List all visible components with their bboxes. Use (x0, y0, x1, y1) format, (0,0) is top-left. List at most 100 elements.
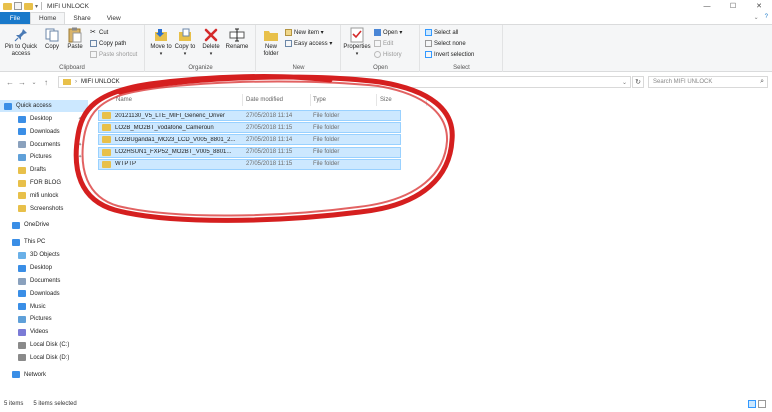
new-item-button[interactable]: New item ▾ (285, 29, 324, 36)
file-list: Name Date modified Type Size 20121130_V5… (96, 92, 772, 392)
move-to-button[interactable]: Move to ▾ (150, 27, 172, 58)
properties-qat-icon[interactable] (14, 2, 22, 10)
sidebar-item-label: mifi unlock (30, 192, 59, 199)
invert-selection-button[interactable]: Invert selection (425, 51, 474, 58)
new-item-icon (285, 29, 292, 36)
help-icon[interactable]: ? (765, 14, 768, 21)
sidebar-item-onedrive[interactable]: OneDrive (0, 219, 49, 231)
edit-button[interactable]: Edit (374, 40, 393, 47)
easy-access-button[interactable]: Easy access ▾ (285, 40, 332, 47)
table-row[interactable]: 20121130_V5_LTE_MIFI_Generic_Driver 27/05… (98, 110, 401, 121)
new-folder-qat-icon[interactable] (24, 2, 33, 10)
copy-to-label: Copy to (174, 44, 196, 50)
delete-button[interactable]: Delete ▾ (200, 27, 222, 58)
column-header-name[interactable]: Name (116, 94, 132, 106)
sidebar-item-3d-objects[interactable]: 3D Objects (0, 249, 60, 261)
minimize-button[interactable]: — (694, 0, 720, 12)
sidebar-item-network[interactable]: Network (0, 369, 46, 381)
paste-shortcut-button[interactable]: Paste shortcut (90, 51, 137, 58)
sidebar-item-documents[interactable]: Documents ✦ (0, 139, 82, 151)
sidebar-item-desktop[interactable]: Desktop ✦ (0, 113, 82, 125)
sidebar-item-pictures[interactable]: Pictures ✦ (0, 151, 82, 163)
back-arrow-icon[interactable]: ← (4, 78, 16, 87)
column-header-size[interactable]: Size (380, 94, 392, 106)
history-button[interactable]: History (374, 51, 402, 58)
close-button[interactable]: ✕ (746, 0, 772, 12)
paste-button[interactable]: Paste (64, 27, 86, 51)
copy-to-button[interactable]: Copy to ▾ (174, 27, 196, 58)
address-dropdown-icon[interactable]: ⌄ (622, 79, 627, 86)
properties-label: Properties (343, 44, 371, 50)
tab-share[interactable]: Share (65, 12, 98, 24)
copy-path-icon (90, 40, 97, 47)
select-all-button[interactable]: Select all (425, 29, 458, 36)
address-bar[interactable]: › MIFI UNLOCK ⌄ (58, 76, 631, 88)
properties-button[interactable]: Properties ▾ (342, 27, 372, 58)
organize-group: Move to ▾ Copy to ▾ Delete ▾ Rename Orga… (146, 25, 256, 72)
cut-button[interactable]: ✂ Cut (90, 29, 108, 36)
qat-dropdown-icon[interactable]: ▾ (35, 3, 38, 10)
tab-home[interactable]: Home (30, 12, 66, 24)
sidebar-item-downloads[interactable]: Downloads ✦ (0, 126, 82, 138)
sidebar-item-for-blog[interactable]: FOR BLOG (0, 177, 61, 189)
sidebar-item-local-disk-c[interactable]: Local Disk (C:) (0, 339, 69, 351)
properties-dropdown-icon: ▾ (355, 51, 359, 57)
file-date: 27/05/2018 11:15 (246, 149, 293, 156)
recent-locations-icon[interactable]: ⌄ (28, 79, 40, 86)
window-title: MIFI UNLOCK (47, 2, 89, 10)
sidebar-item-music[interactable]: Music (0, 301, 46, 313)
pin-to-quick-access-button[interactable]: Pin to Quick access (2, 27, 40, 58)
rename-button[interactable]: Rename (224, 27, 250, 51)
column-header-date[interactable]: Date modified (246, 94, 283, 106)
refresh-icon[interactable]: ↻ (632, 76, 644, 88)
copy-to-dropdown-icon: ▾ (183, 51, 187, 57)
table-row[interactable]: WTPTP 27/05/2018 11:15 File folder (98, 158, 401, 170)
column-separator[interactable] (426, 94, 427, 106)
large-icons-view-icon[interactable] (758, 400, 766, 408)
copy-button[interactable]: Copy (42, 27, 62, 51)
sidebar-item-pictures[interactable]: Pictures (0, 313, 52, 325)
table-row[interactable]: LO2HSUN1_FXP52_MO2BT_V005_8801... 27/05/2… (98, 146, 401, 158)
sidebar-item-local-disk-d[interactable]: Local Disk (D:) (0, 352, 69, 364)
address-path[interactable]: MIFI UNLOCK (81, 79, 120, 85)
column-separator[interactable] (242, 94, 243, 106)
sidebar-item-mifi-unlock[interactable]: mifi unlock (0, 190, 58, 202)
copy-path-button[interactable]: Copy path (90, 40, 126, 47)
title-bar: ▾ MIFI UNLOCK — ☐ ✕ (0, 0, 772, 12)
sidebar-item-downloads[interactable]: Downloads (0, 288, 60, 300)
breadcrumb-chevron-icon[interactable]: › (75, 79, 77, 85)
drafts-icon (18, 166, 26, 174)
sidebar-item-label: Local Disk (C:) (30, 342, 70, 348)
sidebar-item-desktop[interactable]: Desktop (0, 262, 52, 274)
column-header-type[interactable]: Type (313, 94, 326, 106)
maximize-button[interactable]: ☐ (720, 0, 746, 12)
videos-icon (18, 328, 26, 336)
search-input[interactable]: Search MIFI UNLOCK ⌕ (648, 76, 768, 88)
sidebar-item-this-pc[interactable]: This PC (0, 236, 45, 248)
sidebar-item-drafts[interactable]: Drafts (0, 164, 46, 176)
sidebar-item-quick-access[interactable]: Quick access (0, 100, 88, 112)
open-button[interactable]: Open ▾ (374, 29, 402, 36)
forward-arrow-icon[interactable]: → (16, 78, 28, 87)
history-label: History (383, 51, 402, 58)
column-separator[interactable] (376, 94, 377, 106)
move-to-label: Move to (150, 44, 172, 50)
sidebar-item-screenshots[interactable]: Screenshots (0, 203, 63, 215)
new-folder-button[interactable]: New folder (259, 27, 283, 58)
column-separator[interactable] (310, 94, 311, 106)
table-row[interactable]: LO2BUganda1_MO23_LCD_V005_8801_2... 27/05… (98, 134, 401, 146)
sidebar-item-documents[interactable]: Documents (0, 275, 60, 287)
tab-view[interactable]: View (99, 12, 129, 24)
select-none-button[interactable]: Select none (425, 40, 466, 47)
properties-icon (349, 27, 365, 43)
up-arrow-icon[interactable]: ↑ (40, 78, 52, 87)
table-row[interactable]: LO2B_MO2BT_vodafone_Cameroun 27/05/2018 1… (98, 122, 401, 134)
tab-file[interactable]: File (0, 12, 30, 24)
folder-icon (102, 160, 111, 168)
file-type: File folder (313, 161, 340, 168)
sidebar-item-videos[interactable]: Videos (0, 326, 48, 338)
edit-icon (374, 40, 381, 47)
collapse-ribbon-icon[interactable]: ⌄ (754, 14, 759, 21)
details-view-icon[interactable] (748, 400, 756, 408)
delete-dropdown-icon: ▾ (209, 51, 213, 57)
